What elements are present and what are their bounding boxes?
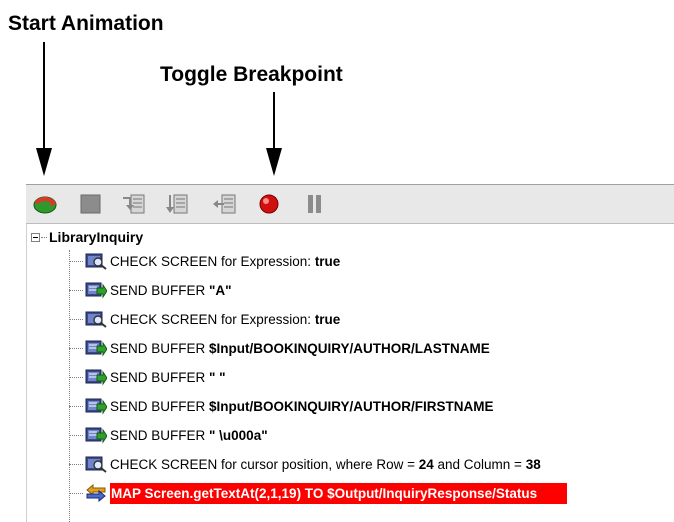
send-buffer-icon	[85, 368, 108, 386]
tree-item[interactable]: SEND BUFFER $Input/BOOKINQUIRY/AUTHOR/FI…	[69, 395, 494, 417]
tree-item-value: true	[314, 253, 341, 269]
send-buffer-icon	[85, 281, 108, 299]
red-breakpoint-icon	[259, 194, 279, 214]
step-out-icon	[213, 194, 236, 214]
tree-item-value-2: 38	[525, 456, 541, 472]
send-buffer-icon	[85, 426, 108, 444]
start-animation-arrow	[36, 42, 52, 176]
green-loop-arrow-icon	[33, 196, 57, 214]
step-out-button[interactable]	[212, 192, 238, 216]
step-over-button[interactable]	[166, 192, 192, 216]
tree-item[interactable]: SEND BUFFER " \u000a"	[69, 424, 268, 446]
send-buffer-icon	[85, 339, 108, 357]
tree-item-value: " \u000a"	[209, 427, 268, 443]
tree-item-value: 24	[418, 456, 434, 472]
tree-item[interactable]: SEND BUFFER "A"	[69, 279, 232, 301]
tree-item-label: SEND BUFFER " \u000a"	[110, 428, 268, 443]
debugger-toolbar	[26, 184, 674, 224]
tree-item-text: SEND BUFFER	[110, 340, 210, 356]
tree-item-text: CHECK SCREEN for Expression:	[110, 311, 315, 327]
tree-item-value: "A"	[209, 282, 232, 298]
tree-item-value: true	[314, 311, 341, 327]
pause-icon	[308, 195, 321, 213]
tree-item-label: SEND BUFFER $Input/BOOKINQUIRY/AUTHOR/FI…	[110, 399, 494, 414]
tree-item-label: SEND BUFFER $Input/BOOKINQUIRY/AUTHOR/LA…	[110, 341, 490, 356]
script-tree: LibraryInquiry CHECK SCREEN for Expressi…	[26, 224, 674, 522]
tree-item[interactable]: CHECK SCREEN for cursor position, where …	[69, 453, 541, 475]
toggle-breakpoint-button[interactable]	[256, 192, 282, 216]
tree-item-label: SEND BUFFER " "	[110, 370, 226, 385]
tree-item-text: SEND BUFFER	[110, 398, 210, 414]
tree-item-value: " "	[209, 369, 226, 385]
toggle-breakpoint-arrow	[266, 92, 282, 176]
tree-root-label: LibraryInquiry	[49, 229, 144, 245]
tree-item[interactable]: MAP Screen.getTextAt(2,1,19) TO $Output/…	[69, 482, 568, 504]
toggle-breakpoint-callout: Toggle Breakpoint	[160, 63, 343, 86]
pause-button[interactable]	[302, 192, 328, 216]
start-animation-callout: Start Animation	[8, 12, 164, 35]
start-animation-button[interactable]	[32, 192, 58, 216]
map-icon	[85, 483, 107, 503]
step-into-icon	[123, 194, 145, 214]
tree-item-label: CHECK SCREEN for cursor position, where …	[110, 457, 541, 472]
step-over-icon	[166, 194, 188, 214]
check-screen-icon	[85, 252, 107, 270]
tree-item[interactable]: SEND BUFFER $Input/BOOKINQUIRY/AUTHOR/LA…	[69, 337, 490, 359]
tree-item-text: CHECK SCREEN for Expression:	[110, 253, 315, 269]
tree-item-text: CHECK SCREEN for cursor position, where …	[110, 456, 419, 472]
tree-item[interactable]: CHECK SCREEN for Expression: true	[69, 308, 340, 330]
tree-item-text: SEND BUFFER	[110, 369, 210, 385]
tree-item-text: SEND BUFFER	[110, 427, 210, 443]
step-into-button[interactable]	[121, 192, 147, 216]
tree-item-label: CHECK SCREEN for Expression: true	[110, 254, 340, 269]
tree-item-value: $Input/BOOKINQUIRY/AUTHOR/LASTNAME	[209, 340, 490, 356]
check-screen-icon	[85, 310, 107, 328]
stop-square-icon	[80, 194, 101, 214]
tree-root[interactable]: LibraryInquiry	[31, 226, 143, 248]
tree-item-label: SEND BUFFER "A"	[110, 283, 232, 298]
tree-item-text: MAP Screen.getTextAt(2,1,19) TO $Output/…	[111, 485, 538, 501]
tree-item[interactable]: CHECK SCREEN for Expression: true	[69, 250, 340, 272]
check-screen-icon	[85, 455, 107, 473]
tree-item-value: $Input/BOOKINQUIRY/AUTHOR/FIRSTNAME	[209, 398, 494, 414]
collapse-toggle-icon[interactable]	[31, 232, 40, 242]
tree-item-text: SEND BUFFER	[110, 282, 210, 298]
tree-item[interactable]: SEND BUFFER " "	[69, 366, 226, 388]
tree-item-label: MAP Screen.getTextAt(2,1,19) TO $Output/…	[110, 482, 568, 504]
send-buffer-icon	[85, 397, 108, 415]
tree-item-text-rest: and Column =	[433, 456, 526, 472]
tree-item-label: CHECK SCREEN for Expression: true	[110, 312, 340, 327]
stop-button[interactable]	[78, 192, 104, 216]
